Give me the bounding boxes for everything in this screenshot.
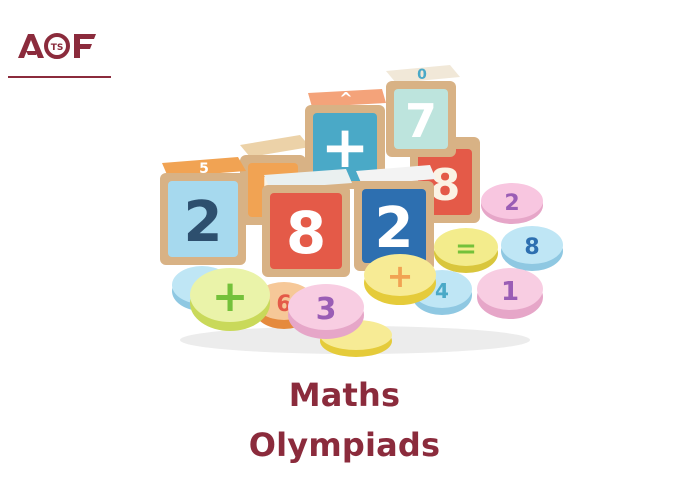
block-glyph: 2 bbox=[375, 196, 414, 261]
token-yellow-equals: = bbox=[434, 228, 498, 273]
token-glyph: 3 bbox=[316, 292, 337, 327]
token-glyph: + bbox=[212, 271, 249, 322]
token-glyph: 2 bbox=[504, 191, 519, 216]
block-glyph: 8 bbox=[286, 199, 326, 267]
block-glyph: 7 bbox=[405, 94, 437, 148]
token-yellow-plus: + bbox=[364, 254, 436, 305]
token-pink-1: 1 bbox=[477, 268, 543, 319]
token-pink-3: 3 bbox=[288, 284, 364, 339]
token-pink-2: 2 bbox=[481, 183, 543, 224]
token-green-plus: + bbox=[190, 268, 270, 331]
block-glyph: 8 bbox=[430, 160, 461, 211]
token-glyph: 1 bbox=[501, 277, 519, 307]
block-top-right: 0 7 bbox=[386, 65, 460, 157]
token-glyph: + bbox=[387, 257, 414, 295]
title-line-1: Maths bbox=[288, 376, 401, 414]
block-glyph: 2 bbox=[184, 190, 223, 255]
logo-mark-text: TS bbox=[51, 43, 64, 53]
token-glyph: 4 bbox=[435, 279, 449, 303]
logo-underline bbox=[8, 76, 111, 78]
block-top-glyph: 0 bbox=[417, 67, 427, 83]
aof-logo: TS bbox=[18, 33, 96, 59]
math-blocks-illustration: 5 8 0 7 ^ + 5 2 8 2 bbox=[160, 65, 563, 357]
token-glyph: 8 bbox=[524, 235, 539, 260]
token-glyph: = bbox=[455, 234, 477, 264]
token-blue-8: 8 bbox=[501, 226, 563, 271]
block-front-center: 8 bbox=[262, 169, 352, 277]
block-front-left: 5 2 bbox=[160, 157, 246, 265]
title-line-2: Olympiads bbox=[248, 426, 441, 464]
